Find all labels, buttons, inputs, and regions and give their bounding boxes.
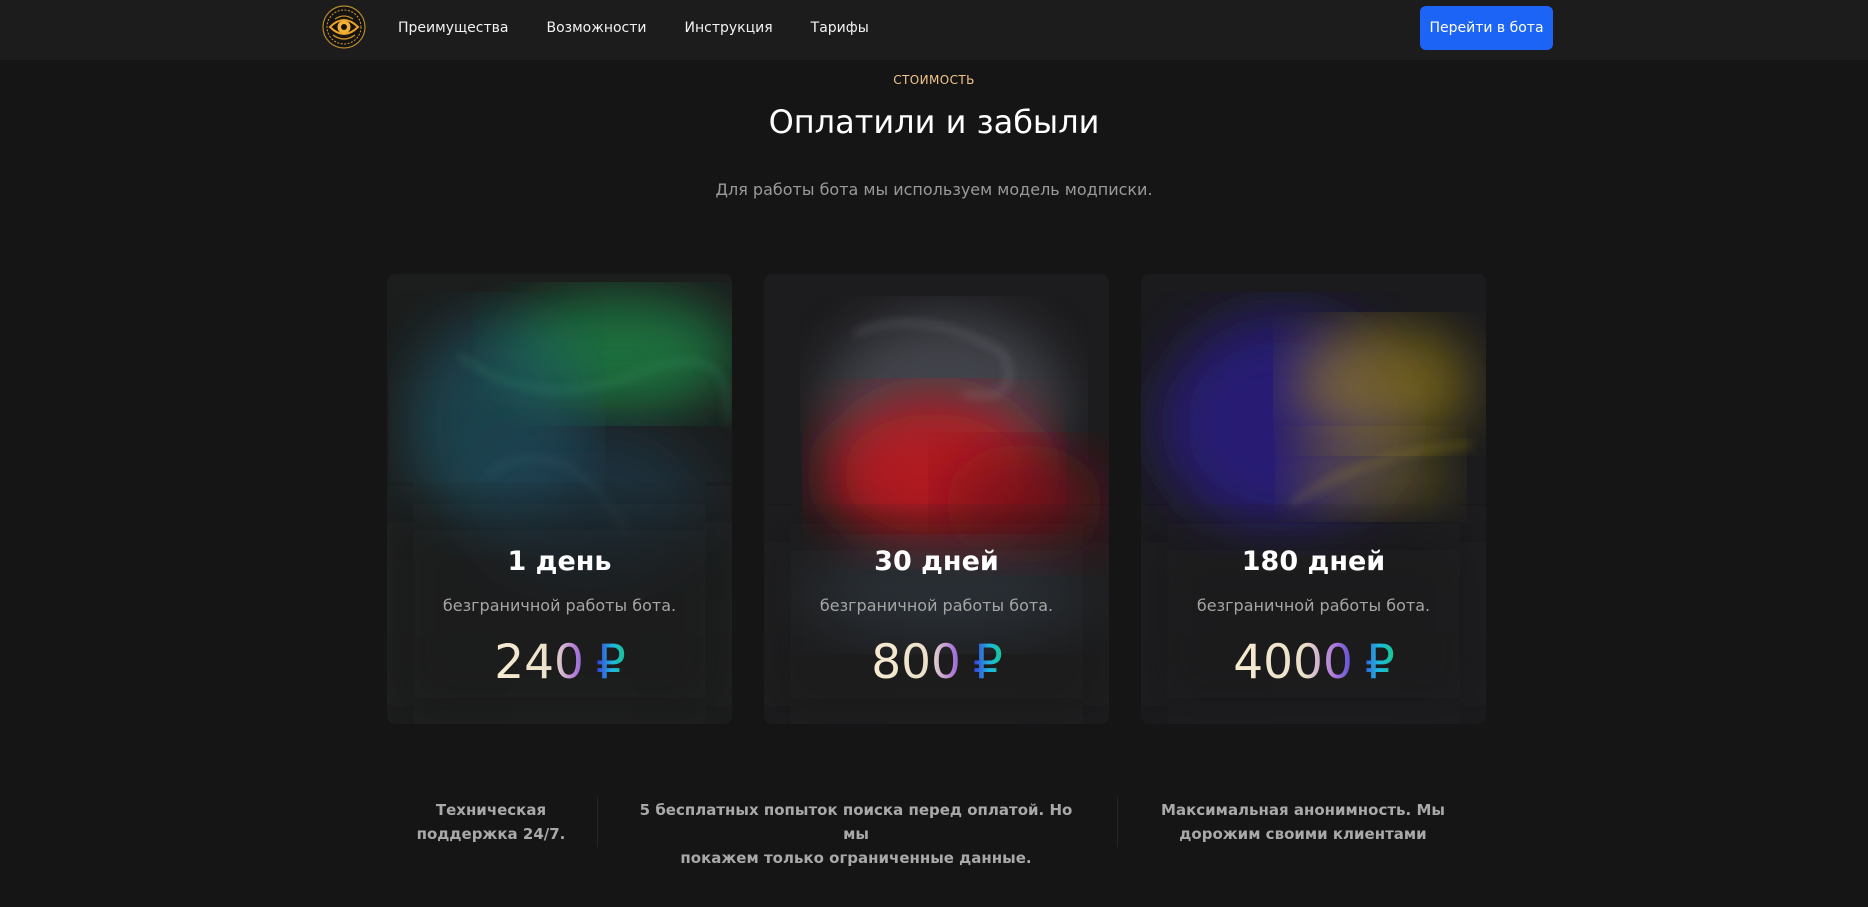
plan-price: 800 ₽ bbox=[764, 630, 1109, 694]
feature-line: дорожим своими клиентами bbox=[1179, 825, 1427, 843]
plan-card-1-day[interactable]: 1 день безграничной работы бота. 240 ₽ bbox=[387, 274, 732, 724]
go-to-bot-button[interactable]: Перейти в бота bbox=[1420, 6, 1553, 50]
plan-title: 180 дней bbox=[1241, 546, 1386, 577]
ruble-icon: ₽ bbox=[595, 635, 625, 690]
plan-title: 30 дней bbox=[874, 546, 999, 577]
plan-description: безграничной работы бота. bbox=[819, 596, 1054, 615]
eye-logo-icon[interactable] bbox=[322, 5, 366, 49]
plan-price-value: 4000 bbox=[1233, 635, 1353, 690]
feature-anonymity: Максимальная анонимность. Мы дорожим сво… bbox=[1153, 798, 1453, 846]
svg-text:4000₽: 4000 ₽ bbox=[1233, 635, 1395, 690]
main-nav: Преимущества Возможности Инструкция Тари… bbox=[398, 0, 907, 55]
section-eyebrow: СТОИМОСТЬ bbox=[893, 73, 975, 87]
feature-line: покажем только ограниченные данные. bbox=[680, 849, 1032, 867]
page: Преимущества Возможности Инструкция Тари… bbox=[0, 0, 1868, 907]
feature-line: Максимальная анонимность. Мы bbox=[1161, 801, 1445, 819]
plan-price: 4000 ₽ bbox=[1141, 630, 1486, 694]
svg-text:240₽: 240 ₽ bbox=[494, 635, 626, 690]
header: Преимущества Возможности Инструкция Тари… bbox=[0, 0, 1868, 60]
nav-link-advantages[interactable]: Преимущества bbox=[398, 20, 508, 36]
nav-link-instructions[interactable]: Инструкция bbox=[685, 20, 773, 36]
section-subtitle: Для работы бота мы используем модель мод… bbox=[715, 180, 1153, 199]
plan-price: 240 ₽ bbox=[387, 630, 732, 694]
plan-description: безграничной работы бота. bbox=[1196, 596, 1431, 615]
feature-support: Техническая поддержка 24/7. bbox=[391, 798, 591, 846]
plan-price-value: 800 bbox=[871, 635, 961, 690]
svg-text:800₽: 800 ₽ bbox=[871, 635, 1003, 690]
plan-card-180-days[interactable]: 180 дней безграничной работы бота. 4000 ₽ bbox=[1141, 274, 1486, 724]
nav-link-pricing[interactable]: Тарифы bbox=[811, 20, 869, 36]
ruble-icon: ₽ bbox=[1364, 635, 1394, 690]
plan-description: безграничной работы бота. bbox=[442, 596, 677, 615]
feature-line: 5 бесплатных попыток поиска перед оплато… bbox=[639, 801, 1073, 843]
ruble-icon: ₽ bbox=[972, 635, 1002, 690]
plan-price-value: 240 bbox=[494, 635, 584, 690]
feature-line: Техническая bbox=[435, 801, 547, 819]
plan-title: 1 день bbox=[507, 546, 612, 577]
section-title: Оплатили и забыли bbox=[768, 103, 1100, 141]
feature-divider bbox=[597, 797, 598, 847]
nav-link-features[interactable]: Возможности bbox=[546, 20, 646, 36]
plan-card-30-days[interactable]: 30 дней безграничной работы бота. 800 ₽ bbox=[764, 274, 1109, 724]
feature-divider bbox=[1117, 797, 1118, 847]
feature-line: поддержка 24/7. bbox=[416, 825, 566, 843]
feature-free-attempts: 5 бесплатных попыток поиска перед оплато… bbox=[631, 798, 1081, 870]
